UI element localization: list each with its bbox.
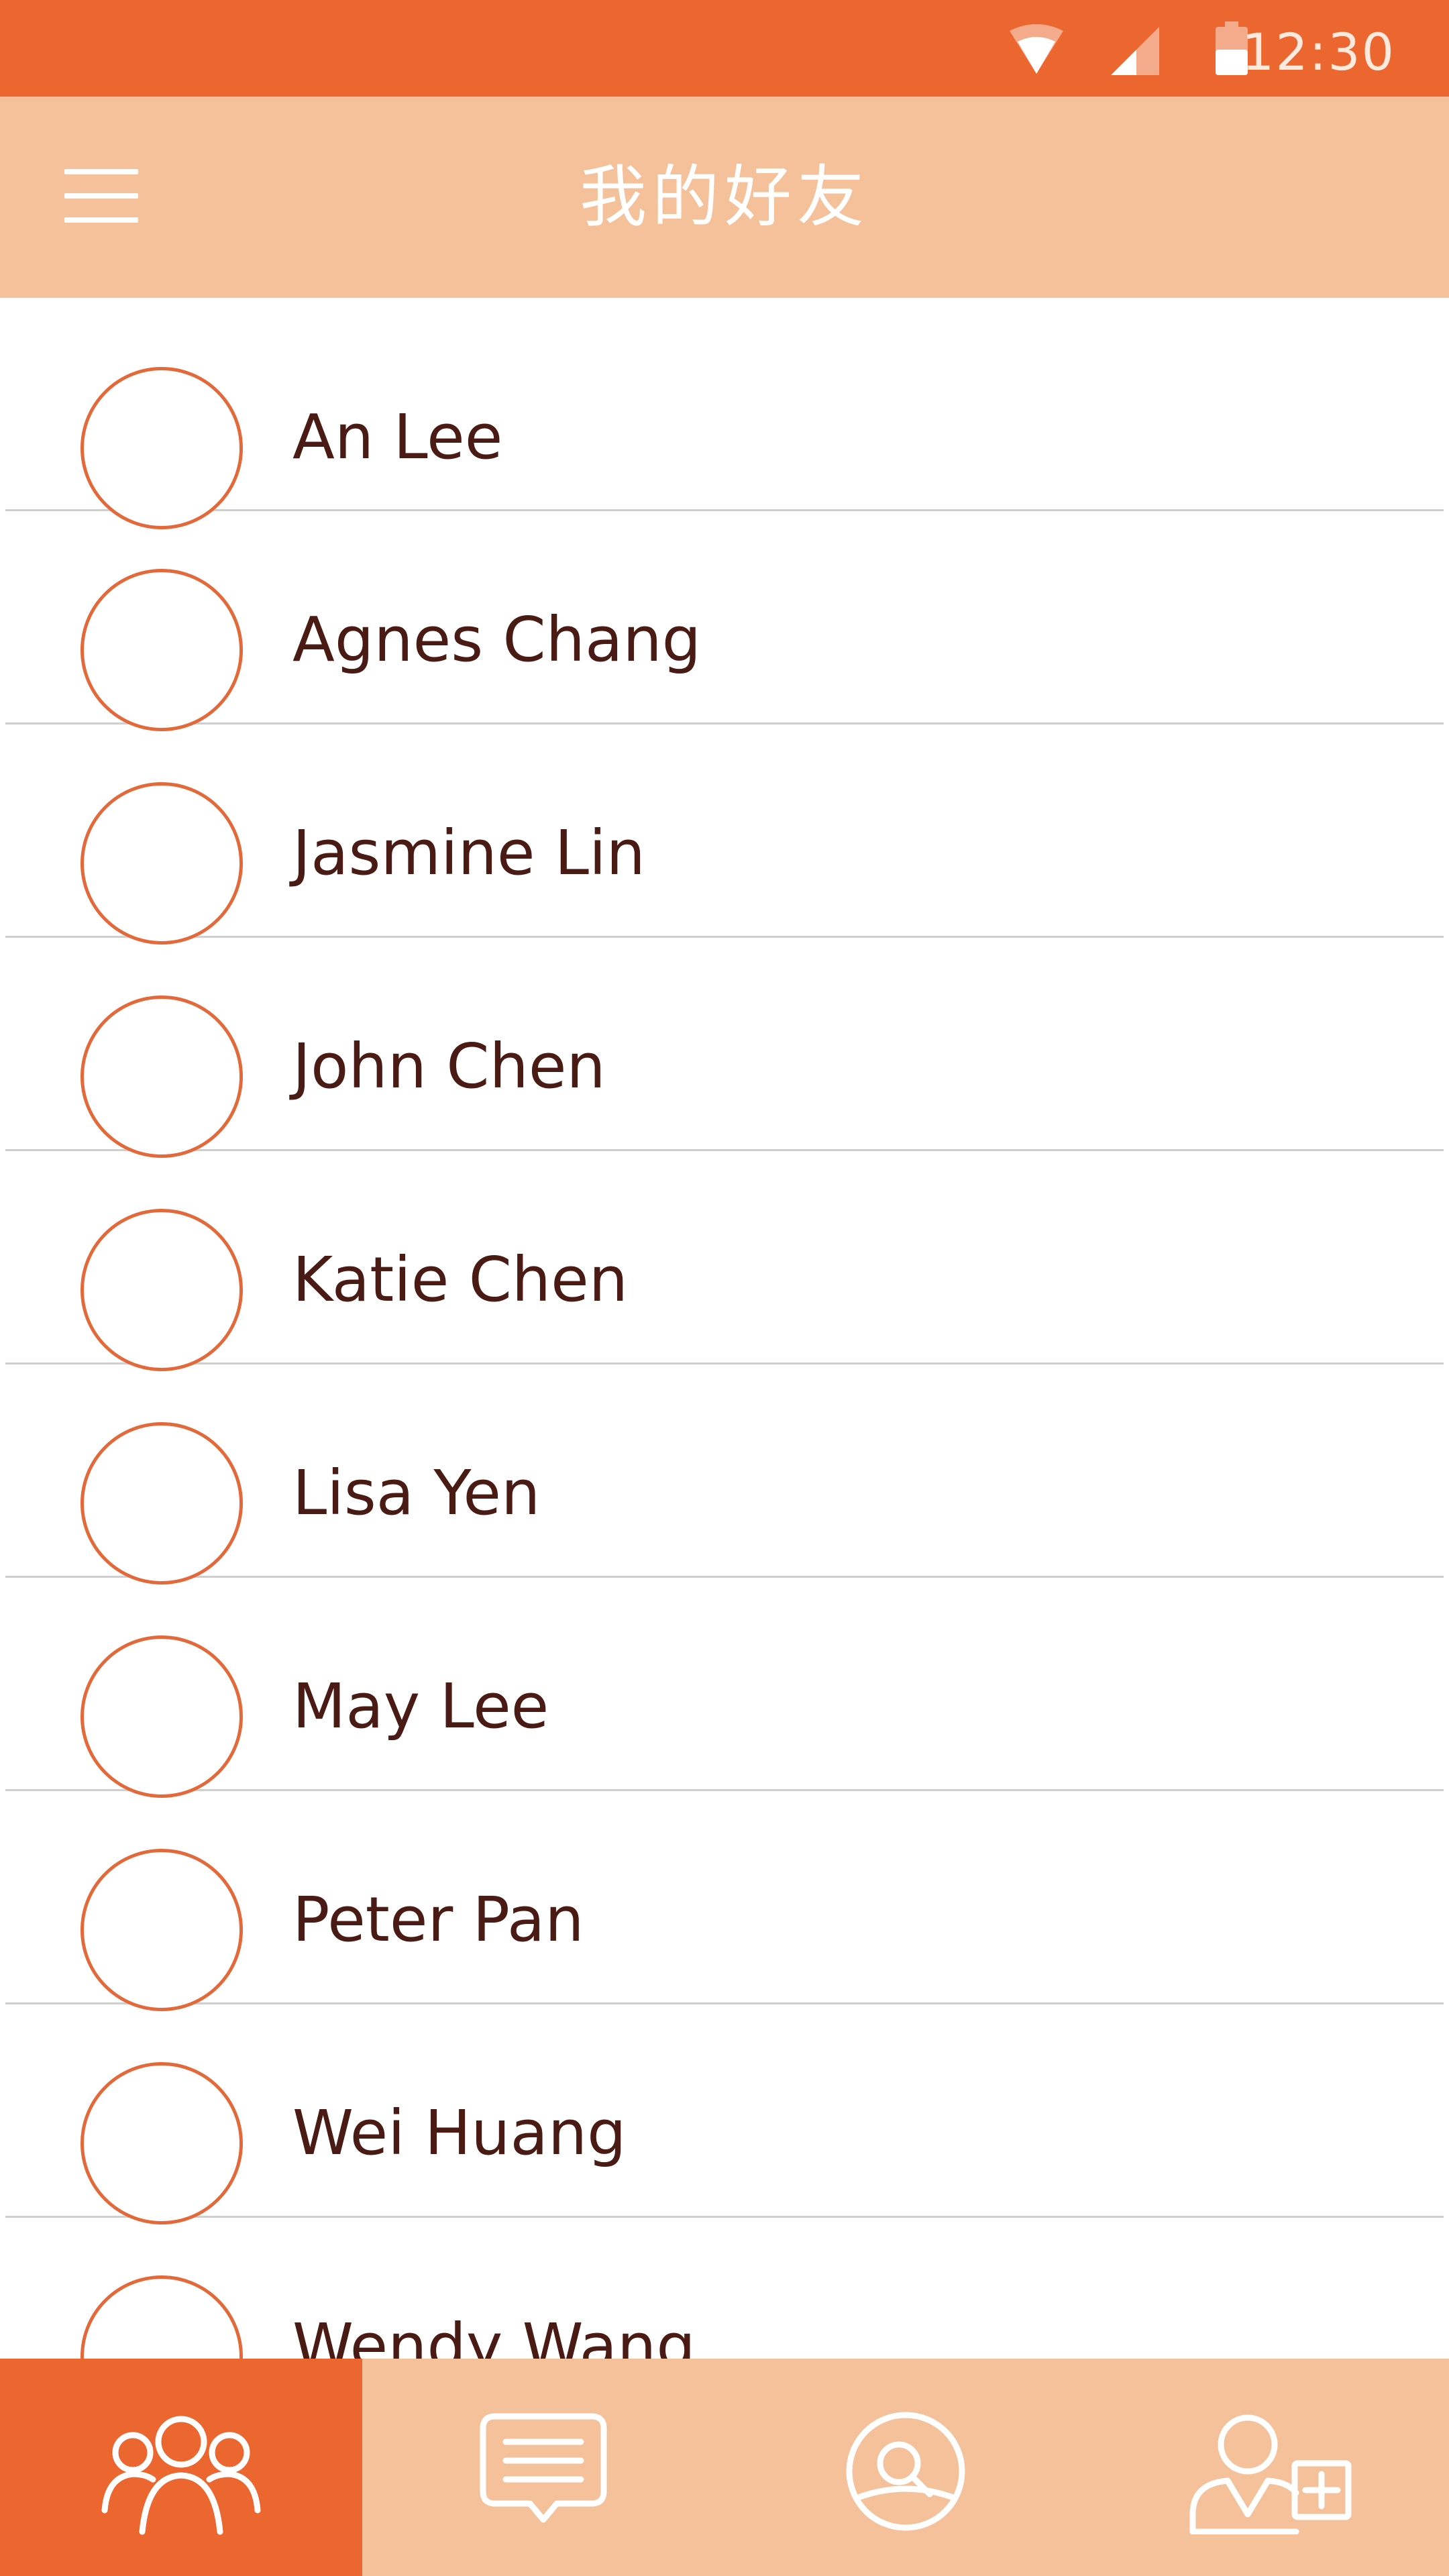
- signal-icon: [1111, 27, 1159, 75]
- avatar[interactable]: [80, 782, 243, 945]
- friend-name: Agnes Chang: [292, 604, 702, 676]
- avatar[interactable]: [80, 996, 243, 1158]
- avatar[interactable]: [80, 367, 243, 529]
- friend-name: Jasmine Lin: [292, 817, 645, 889]
- friend-list-item[interactable]: Wei Huang: [5, 2004, 1444, 2224]
- friends-group-icon: [101, 2416, 261, 2535]
- friend-list-item[interactable]: An Lee: [5, 298, 1444, 529]
- friend-name: Peter Pan: [292, 1884, 584, 1955]
- friend-list-item[interactable]: May Lee: [5, 1578, 1444, 1798]
- wifi-icon: [1010, 24, 1063, 74]
- friend-name: John Chen: [292, 1030, 606, 1102]
- friend-name: May Lee: [292, 1670, 549, 1742]
- page-title: 我的好友: [580, 158, 869, 236]
- search-icon: [846, 2412, 965, 2531]
- avatar[interactable]: [80, 1209, 243, 1371]
- status-bar: 12:30: [0, 0, 1449, 97]
- chat-message-icon: [480, 2413, 607, 2523]
- avatar[interactable]: [80, 569, 243, 731]
- friend-list[interactable]: An Lee Agnes Chang Jasmine Lin John Chen…: [0, 298, 1449, 2359]
- tab-add-friend[interactable]: [1087, 2359, 1449, 2576]
- friend-name: Wendy Wang: [292, 2310, 696, 2359]
- friend-list-item[interactable]: Lisa Yen: [5, 1364, 1444, 1585]
- friend-list-item[interactable]: Katie Chen: [5, 1151, 1444, 1371]
- status-time: 12:30: [1241, 22, 1395, 82]
- avatar[interactable]: [80, 1635, 243, 1798]
- app-bar: 我的好友: [0, 97, 1449, 298]
- friend-name: Katie Chen: [292, 1244, 629, 1316]
- friend-list-item[interactable]: Peter Pan: [5, 1791, 1444, 2011]
- friend-name: Wei Huang: [292, 2097, 627, 2169]
- friend-list-item[interactable]: John Chen: [5, 938, 1444, 1158]
- avatar[interactable]: [80, 1849, 243, 2011]
- tab-messages[interactable]: [362, 2359, 724, 2576]
- avatar[interactable]: [80, 2062, 243, 2224]
- bottom-nav: [0, 2359, 1449, 2576]
- avatar[interactable]: [80, 2275, 243, 2359]
- tab-friends[interactable]: [0, 2359, 362, 2576]
- friend-name: An Lee: [292, 401, 503, 473]
- add-friend-icon: [1189, 2414, 1352, 2534]
- friend-list-item[interactable]: Jasmine Lin: [5, 724, 1444, 945]
- friend-name: Lisa Yen: [292, 1457, 541, 1529]
- avatar[interactable]: [80, 1422, 243, 1585]
- friend-list-item[interactable]: Agnes Chang: [5, 511, 1444, 731]
- tab-search[interactable]: [724, 2359, 1087, 2576]
- friend-list-item[interactable]: Wendy Wang: [5, 2218, 1444, 2359]
